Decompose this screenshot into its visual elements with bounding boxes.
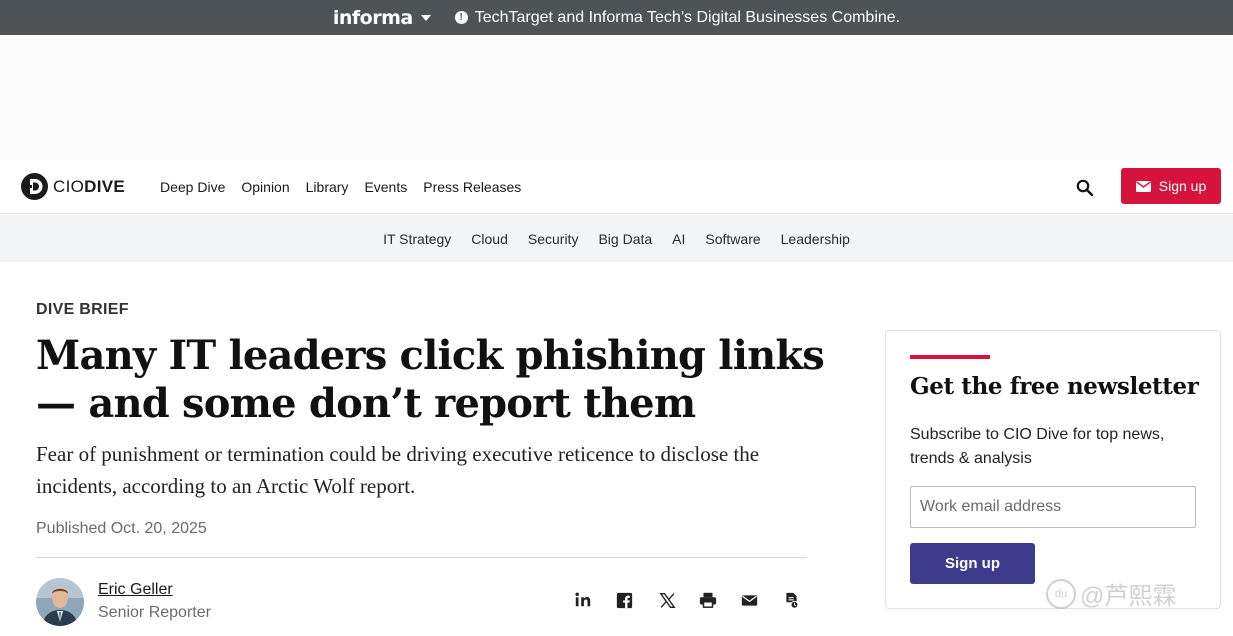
author-title: Senior Reporter [98, 604, 211, 621]
linkedin-icon[interactable] [573, 590, 593, 610]
newsletter-title: Get the free newsletter [910, 373, 1199, 400]
topic-leadership[interactable]: Leadership [781, 231, 850, 247]
newsletter-accent-bar [910, 355, 990, 359]
topic-big-data[interactable]: Big Data [598, 231, 652, 247]
watermark-text: @芦熙霖 [1080, 583, 1177, 610]
article-headline: Many IT leaders click phishing links — a… [36, 332, 825, 427]
facebook-icon[interactable] [614, 590, 634, 610]
author-name-link[interactable]: Eric Geller [98, 581, 173, 599]
newsletter-email-input[interactable] [910, 486, 1196, 528]
divider [36, 557, 807, 558]
topic-it-strategy[interactable]: IT Strategy [383, 231, 451, 247]
nav-deep-dive[interactable]: Deep Dive [160, 179, 225, 195]
cio-dive-logo-icon [21, 173, 48, 200]
site-name: CIODIVE [53, 177, 125, 197]
nav-events[interactable]: Events [364, 179, 407, 195]
site-name-light: CIO [53, 176, 85, 196]
ad-placeholder [0, 35, 1233, 160]
informa-logo-text: informa [332, 6, 413, 29]
nav-press-releases[interactable]: Press Releases [423, 179, 521, 195]
watermark: du @芦熙霖 [1046, 576, 1176, 611]
header-signup-button[interactable]: Sign up [1121, 168, 1221, 204]
print-icon[interactable] [698, 590, 718, 610]
author-photo [36, 578, 84, 626]
publish-date: Published Oct. 20, 2025 [36, 520, 207, 537]
paw-icon: du [1046, 578, 1076, 609]
topic-cloud[interactable]: Cloud [471, 231, 508, 247]
announcement-link[interactable]: ! TechTarget and Informa Tech’s Digital … [454, 8, 901, 27]
email-icon[interactable] [739, 590, 759, 610]
author-avatar[interactable] [36, 578, 84, 626]
main-navigation: CIODIVE Deep Dive Opinion Library Events… [0, 160, 1233, 214]
site-name-bold: DIVE [84, 176, 126, 196]
nav-opinion[interactable]: Opinion [241, 179, 289, 195]
nav-library[interactable]: Library [306, 179, 349, 195]
info-icon: ! [454, 11, 468, 24]
informa-banner: informa ! TechTarget and Informa Tech’s … [0, 0, 1233, 35]
topic-navigation: IT Strategy Cloud Security Big Data AI S… [0, 215, 1233, 262]
topic-security[interactable]: Security [528, 231, 579, 247]
search-icon[interactable] [1075, 178, 1095, 198]
topic-ai[interactable]: AI [672, 231, 685, 247]
site-logo[interactable]: CIODIVE [21, 173, 125, 200]
article-kicker: DIVE BRIEF [36, 301, 129, 318]
newsletter-card: Get the free newsletter Subscribe to CIO… [885, 330, 1221, 609]
informa-logo[interactable]: informa [333, 7, 431, 29]
newsletter-description: Subscribe to CIO Dive for top news, tren… [910, 426, 1165, 467]
article-dek: Fear of punishment or termination could … [36, 442, 760, 498]
license-icon[interactable] [781, 590, 801, 610]
mail-icon [1135, 180, 1151, 192]
announcement-text: TechTarget and Informa Tech’s Digital Bu… [474, 8, 901, 26]
nav-links: Deep Dive Opinion Library Events Press R… [160, 160, 537, 214]
newsletter-signup-button[interactable]: Sign up [910, 543, 1035, 584]
header-signup-label: Sign up [1158, 178, 1207, 194]
chevron-down-icon[interactable] [420, 14, 431, 21]
topic-software[interactable]: Software [705, 231, 760, 247]
x-icon[interactable] [657, 590, 677, 610]
